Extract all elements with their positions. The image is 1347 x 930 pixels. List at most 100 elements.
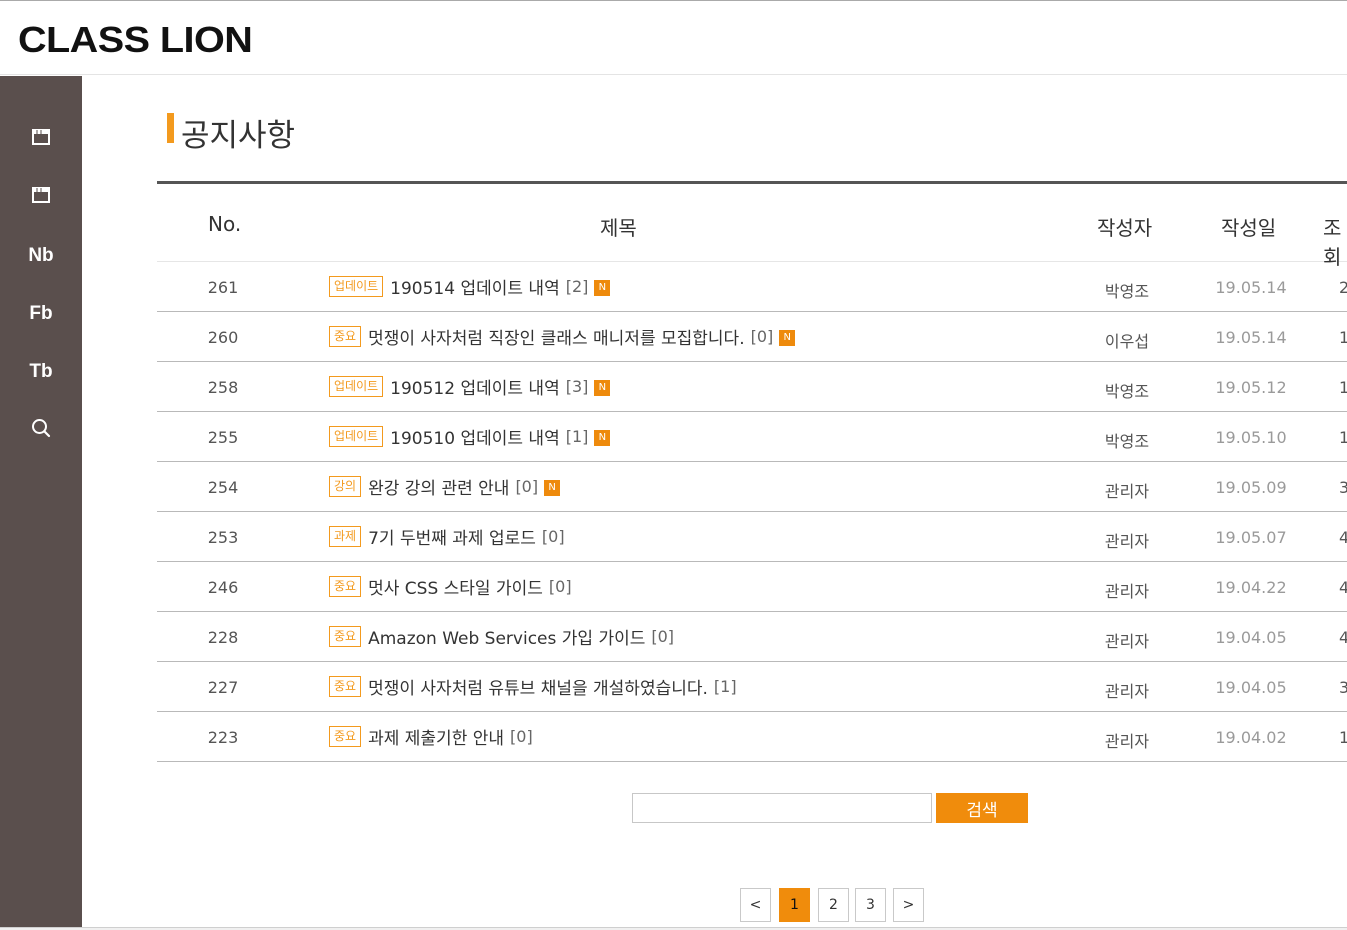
comment-count: [0] [548,577,572,596]
title-accent-bar [167,113,174,143]
category-tag[interactable]: 중요 [329,326,362,347]
row-number: 258 [207,378,239,397]
row-date: 19.04.05 [1215,678,1287,697]
sidebar-item-fb[interactable]: Fb [0,294,82,334]
table-row: 223 중요 과제 제출기한 안내 [0] 관리자 19.04.02 10 [157,712,1347,762]
row-views: 3 [1339,478,1347,497]
row-views: 3 [1339,678,1347,697]
search-input[interactable] [632,793,932,823]
new-badge: N [594,380,611,396]
post-title-link[interactable]: Amazon Web Services 가입 가이드 [368,624,645,649]
row-title-cell: 중요 과제 제출기한 안내 [0] [329,724,533,749]
category-tag[interactable]: 업데이트 [329,276,384,297]
row-views: 10 [1339,728,1347,747]
row-views: 2 [1339,278,1347,297]
search-button[interactable]: 검색 [936,793,1028,823]
category-tag[interactable]: 중요 [329,576,362,597]
post-title-link[interactable]: 멋쟁이 사자처럼 직장인 클래스 매니저를 모집합니다. [368,324,745,349]
row-number: 223 [207,728,239,747]
category-tag[interactable]: 중요 [329,626,362,647]
post-title-link[interactable]: 멋쟁이 사자처럼 유튜브 채널을 개설하였습니다. [368,674,708,699]
row-author: 박영조 [1104,382,1150,401]
new-badge: N [544,480,561,496]
row-author: 관리자 [1104,732,1150,751]
sidebar-item-tb[interactable]: Tb [0,352,82,392]
row-author: 관리자 [1104,532,1150,551]
row-date: 19.05.14 [1215,278,1287,297]
category-tag[interactable]: 업데이트 [329,376,384,397]
row-author: 이우섭 [1104,332,1150,351]
comment-count: [0] [510,727,533,746]
column-header-no: No. [208,212,242,236]
row-number: 227 [207,678,239,697]
row-views: 1 [1339,378,1347,397]
row-title-cell: 중요 멋사 CSS 스타일 가이드 [0] [329,574,572,599]
sidebar-item-search[interactable] [0,408,82,448]
column-header-author: 작성자 [1097,216,1153,240]
post-title-link[interactable]: 과제 제출기한 안내 [368,724,504,749]
category-tag[interactable]: 강의 [329,476,362,497]
table-row: 246 중요 멋사 CSS 스타일 가이드 [0] 관리자 19.04.22 4 [157,562,1347,612]
sidebar-item-label: Nb [28,245,54,266]
pagination-page-3[interactable]: 3 [855,888,886,922]
sidebar-item-label: Tb [29,361,53,382]
row-author: 관리자 [1104,632,1150,651]
header: CLASS LION [0,1,1347,75]
new-badge: N [779,330,796,346]
sidebar-item-nb[interactable]: Nb [0,236,82,276]
post-title-link[interactable]: 완강 강의 관련 안내 [368,474,509,499]
comment-count: [1] [565,427,589,446]
new-badge: N [594,280,611,296]
row-title-cell: 과제 7기 두번째 과제 업로드 [0] [329,524,565,549]
table-row: 254 강의 완강 강의 관련 안내 [0] N 관리자 19.05.09 3 [157,462,1347,512]
browser-window-icon [32,129,50,145]
pagination-prev-button[interactable]: < [740,888,771,922]
row-number: 261 [207,278,239,297]
row-views: 1 [1339,328,1347,347]
table-row: 261 업데이트 190514 업데이트 내역 [2] N 박영조 19.05.14 2 [157,262,1347,312]
table-row: 253 과제 7기 두번째 과제 업로드 [0] 관리자 19.05.07 4 [157,512,1347,562]
column-header-title: 제목 [600,216,637,240]
sidebar: Nb Fb Tb [0,76,82,928]
category-tag[interactable]: 중요 [329,676,362,697]
post-title-link[interactable]: 190514 업데이트 내역 [390,274,560,299]
row-title-cell: 중요 멋쟁이 사자처럼 유튜브 채널을 개설하였습니다. [1] [329,674,737,699]
new-badge: N [594,430,611,446]
row-author: 관리자 [1104,482,1150,501]
post-title-link[interactable]: 190510 업데이트 내역 [390,424,560,449]
row-date: 19.05.07 [1215,528,1287,547]
logo[interactable]: CLASS LION [18,19,253,61]
sidebar-item-window-1[interactable] [0,117,82,157]
comment-count: [0] [515,477,539,496]
table-row: 228 중요 Amazon Web Services 가입 가이드 [0] 관리자 19.… [157,612,1347,662]
row-author: 관리자 [1104,582,1150,601]
browser-window-icon [32,187,50,203]
table-row: 255 업데이트 190510 업데이트 내역 [1] N 박영조 19.05.10 1 [157,412,1347,462]
row-date: 19.05.10 [1215,428,1287,447]
row-views: 4 [1339,528,1347,547]
row-title-cell: 업데이트 190514 업데이트 내역 [2] N [329,274,611,299]
comment-count: [3] [565,377,589,396]
table-header: No. 제목 작성자 작성일 조회 [157,184,1347,269]
pagination-page-2[interactable]: 2 [818,888,849,922]
pagination-next-button[interactable]: > [893,888,924,922]
post-title-link[interactable]: 7기 두번째 과제 업로드 [368,524,536,549]
category-tag[interactable]: 과제 [329,526,362,547]
row-title-cell: 중요 Amazon Web Services 가입 가이드 [0] [329,624,674,649]
comment-count: [0] [750,327,774,346]
post-title-link[interactable]: 190512 업데이트 내역 [390,374,560,399]
sidebar-item-window-2[interactable] [0,175,82,215]
comment-count: [0] [541,527,565,546]
row-number: 260 [207,328,239,347]
pagination-page-1[interactable]: 1 [779,888,810,922]
row-date: 19.05.12 [1215,378,1287,397]
category-tag[interactable]: 중요 [329,726,362,747]
table-row: 260 중요 멋쟁이 사자처럼 직장인 클래스 매니저를 모집합니다. [0] N 이우섭… [157,312,1347,362]
row-title-cell: 업데이트 190510 업데이트 내역 [1] N [329,424,611,449]
table-row: 227 중요 멋쟁이 사자처럼 유튜브 채널을 개설하였습니다. [1] 관리자 19.0… [157,662,1347,712]
row-number: 255 [207,428,239,447]
post-title-link[interactable]: 멋사 CSS 스타일 가이드 [368,574,543,599]
row-number: 254 [207,478,239,497]
category-tag[interactable]: 업데이트 [329,426,384,447]
row-number: 228 [207,628,239,647]
